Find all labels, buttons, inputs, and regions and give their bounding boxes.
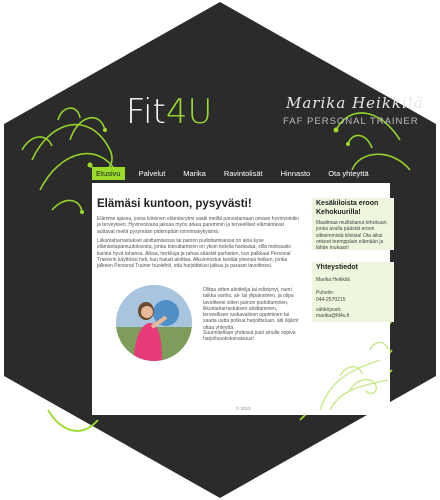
promo-title[interactable]: Kesäkiloista eroon Kehokuurilla! [316,200,392,217]
phone-label: Puhelin: [316,290,335,296]
motivation-paragraph: Olitpa sitten aloittelija tai edistynyt,… [203,287,299,331]
logo-accent-text: 4U [165,92,213,132]
site-logo[interactable]: Fit4U [126,92,212,132]
contact-title: Yhteystiedot [316,264,359,271]
nav-item-ota-yhteytta[interactable]: Ota yhteyttä [324,167,372,180]
logo-text: Fit [126,92,166,132]
nav-item-palvelut[interactable]: Palvelut [135,167,170,180]
intro-paragraph: Elämme ajassa, jossa kiireinen elämänryt… [97,216,300,235]
body-paragraph: Liikuntaharrastukset aloittamisessa tai … [97,238,292,270]
contact-name: Marika Heikkilä [316,277,350,283]
call-to-action-text: Suunnitellaan yhdessä juuri sinulle sopi… [203,330,296,343]
trainer-photo-icon [116,285,192,361]
copyright: © 2013 [236,406,251,411]
trainer-photo [116,285,192,361]
nav-item-ravintolisat[interactable]: Ravintolisät [220,167,267,180]
swirl-ornament-icon [319,341,389,411]
trainer-title: FAF PERSONAL TRAINER [283,116,419,127]
trainer-name: Marika Heikkilä [286,94,424,112]
promo-text: Maailmaa muiltsitanut tehokuuri, jonka a… [316,220,388,252]
email-link[interactable]: marika@fit4u.fi [316,313,349,319]
phone-number[interactable]: 044-2570215 [316,297,345,303]
main-navigation: Etusivu Palvelut Marika Ravintolisät Hin… [92,167,383,180]
nav-item-etusivu[interactable]: Etusivu [92,167,125,180]
nav-item-marika[interactable]: Marika [179,167,210,180]
nav-item-hinnasto[interactable]: Hinnasto [277,167,315,180]
page-title: Elämäsi kuntoon, pysyvästi! [97,198,252,210]
